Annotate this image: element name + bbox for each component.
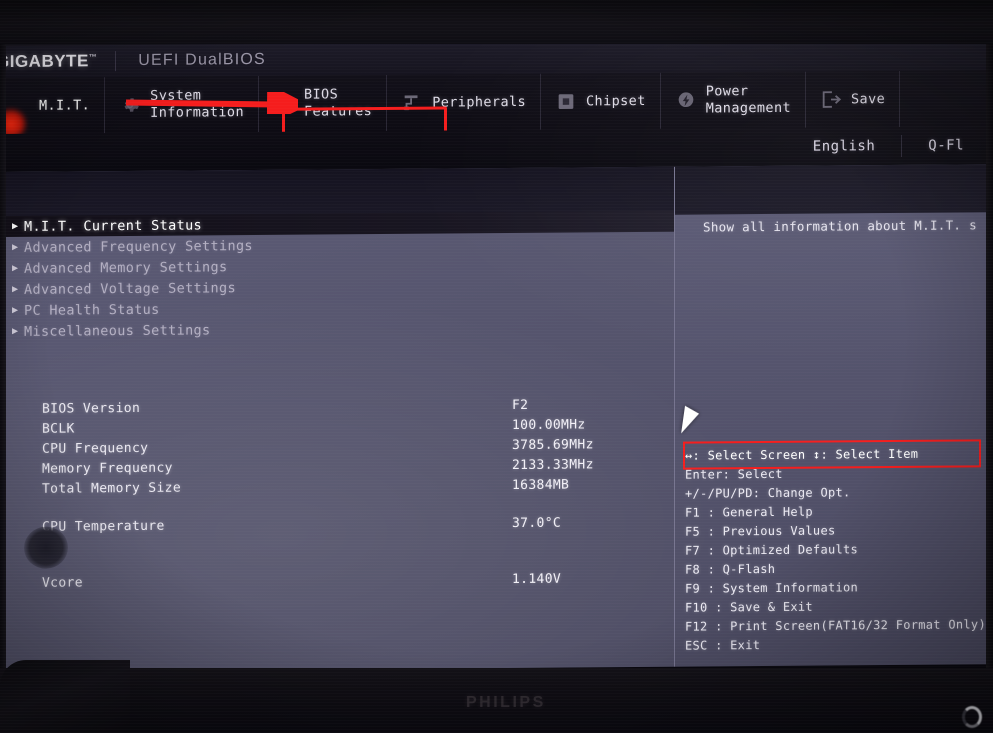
language-selector[interactable]: English — [787, 138, 902, 155]
key-legend: ↔: Select Screen ↕: Select Item Enter: S… — [685, 444, 990, 655]
tab-peripherals[interactable]: Peripherals — [387, 73, 542, 131]
legend-row: F9 : System Information — [685, 580, 859, 596]
monitor-brand-label: PHILIPS — [466, 694, 546, 711]
menu-item-miscellaneous-settings[interactable]: ▶ Miscellaneous Settings — [4, 316, 674, 342]
help-pane: Show all information about M.I.T. s ↔: S… — [674, 164, 990, 669]
menu-item-label: Advanced Voltage Settings — [24, 279, 236, 298]
monitor-bezel-right — [986, 44, 993, 684]
mit-icon — [4, 95, 30, 141]
chipset-icon — [555, 90, 577, 112]
lightning-icon — [675, 90, 697, 112]
menu-item-label: Advanced Memory Settings — [24, 258, 228, 277]
info-value: F2 — [512, 397, 529, 414]
caret-icon: ▶ — [11, 304, 19, 316]
exit-arrow-icon — [820, 88, 842, 110]
photograph-of-monitor: GIGABYTE™ UEFI DualBIOS M.I.T. System In… — [0, 0, 993, 733]
caret-icon: ▶ — [11, 220, 19, 232]
menu-item-label: Advanced Frequency Settings — [24, 237, 253, 256]
tab-chipset-label: Chipset — [586, 92, 646, 109]
bios-body: ▶ M.I.T. Current Status ▶ Advanced Frequ… — [4, 164, 990, 673]
legend-row: ↔: Select Screen ↕: Select Item — [685, 446, 919, 463]
legend-row: Enter: Select — [685, 466, 783, 482]
monitor-bezel-left — [0, 44, 6, 684]
caret-icon: ▶ — [11, 283, 19, 295]
info-value: 16384MB — [512, 477, 570, 494]
legend-row: F1 : General Help — [685, 504, 813, 520]
tab-power-management-label: Power Management — [705, 83, 792, 117]
main-tab-bar: M.I.T. System Information BIOS Features … — [4, 70, 990, 162]
tab-chipset[interactable]: Chipset — [541, 72, 661, 130]
legend-row: F8 : Q-Flash — [685, 561, 776, 577]
info-key: BIOS Version — [42, 400, 141, 417]
info-key: BCLK — [42, 421, 75, 437]
brandbar-divider — [115, 51, 117, 72]
legend-row: F10 : Save & Exit — [685, 599, 813, 615]
system-info-table: BIOS Version F2 BCLK 100.00MHz CPU Frequ… — [4, 397, 674, 596]
monitor-bezel-top — [0, 0, 993, 44]
settings-menu: ▶ M.I.T. Current Status ▶ Advanced Frequ… — [4, 210, 674, 342]
info-key: Total Memory Size — [42, 480, 182, 497]
tab-power-management[interactable]: Power Management — [660, 71, 807, 129]
menu-item-label: PC Health Status — [24, 301, 160, 319]
gear-icon — [119, 94, 141, 116]
help-description: Show all information about M.I.T. s — [703, 217, 977, 235]
info-key: CPU Temperature — [42, 518, 165, 535]
tab-mit[interactable]: M.I.T. — [4, 77, 106, 141]
gigabyte-logo: GIGABYTE™ — [4, 51, 98, 72]
trademark-mark: ™ — [88, 52, 98, 62]
power-led-icon — [962, 706, 982, 728]
legend-row: F7 : Optimized Defaults — [685, 542, 859, 558]
info-row-vcore: Vcore 1.140V — [4, 571, 674, 596]
tab-system-information[interactable]: System Information — [105, 75, 259, 134]
menu-item-label: M.I.T. Current Status — [24, 216, 203, 235]
caret-icon: ▶ — [11, 325, 19, 337]
plug-icon — [401, 92, 423, 114]
caret-icon: ▶ — [11, 241, 19, 253]
monitor-bezel-corner — [0, 660, 130, 733]
tab-bios-features[interactable]: BIOS Features — [258, 74, 388, 132]
tab-bios-features-label: BIOS Features — [303, 86, 373, 120]
tab-system-information-label: System Information — [150, 87, 244, 121]
help-pane-header-shade — [675, 164, 990, 215]
monitor-screen: GIGABYTE™ UEFI DualBIOS M.I.T. System In… — [4, 36, 990, 673]
info-key: Memory Frequency — [42, 460, 173, 477]
legend-row: +/-/PU/PD: Change Opt. — [685, 485, 851, 501]
legend-row: F12 : Print Screen(FAT16/32 Format Only) — [685, 617, 986, 634]
caret-icon: ▶ — [11, 262, 19, 274]
info-value: 37.0°C — [512, 515, 562, 532]
info-value: 100.00MHz — [512, 417, 586, 434]
menu-item-label: Miscellaneous Settings — [24, 321, 211, 340]
legend-row: F5 : Previous Values — [685, 523, 836, 539]
q-flash-button[interactable]: Q-Fl — [902, 137, 990, 154]
info-value: 1.140V — [512, 571, 562, 588]
tab-peripherals-label: Peripherals — [432, 93, 527, 111]
chip-plus-icon — [273, 93, 295, 115]
legend-row: ESC : Exit — [685, 638, 761, 653]
uefi-dualbios-label: UEFI DualBIOS — [138, 50, 266, 69]
info-key: CPU Frequency — [42, 440, 149, 457]
tab-mit-label: M.I.T. — [39, 96, 91, 114]
settings-pane: ▶ M.I.T. Current Status ▶ Advanced Frequ… — [4, 166, 674, 673]
info-value: 2133.33MHz — [512, 457, 594, 474]
mouse-cursor — [681, 405, 700, 436]
tab-save-and-exit-label: Save — [851, 90, 886, 107]
info-value: 3785.69MHz — [512, 437, 594, 454]
tab-save-and-exit[interactable]: Save — [806, 70, 901, 128]
info-key: Vcore — [42, 575, 83, 591]
